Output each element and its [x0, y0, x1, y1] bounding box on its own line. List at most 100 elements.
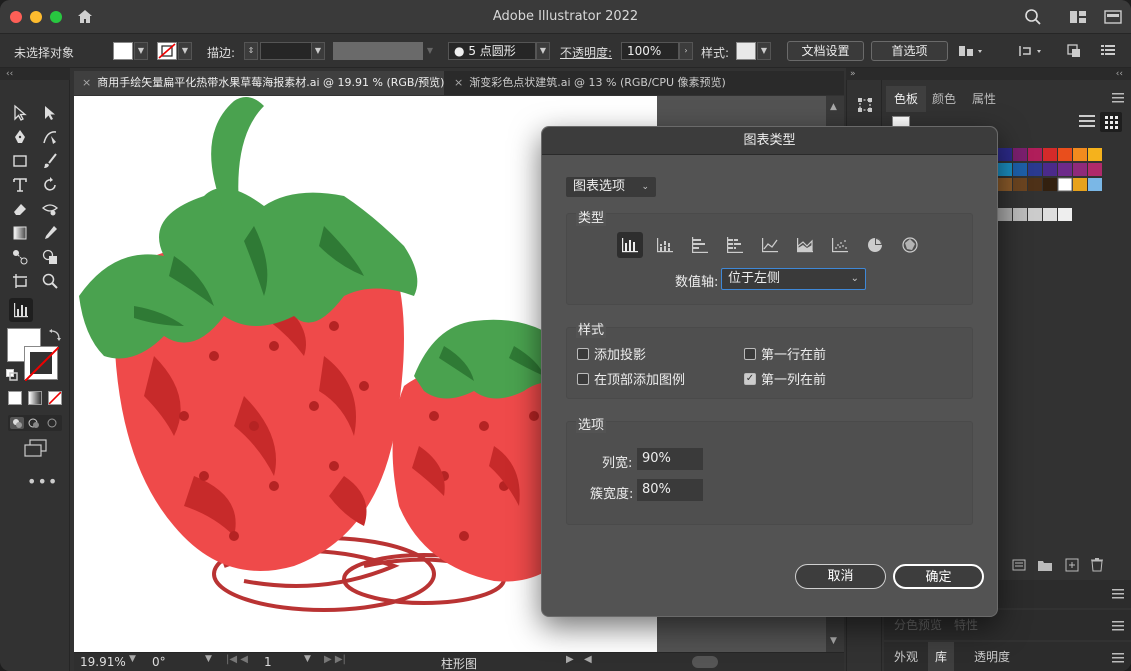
artboard-tool-icon[interactable]: [9, 270, 31, 292]
close-tab-icon[interactable]: ×: [82, 71, 91, 95]
graph-options-dropdown[interactable]: 图表选项 ⌄: [566, 177, 656, 197]
screen-mode-icon[interactable]: [24, 439, 48, 460]
transform-panel-icon[interactable]: [856, 96, 874, 117]
column-graph-tool-icon[interactable]: [9, 298, 33, 322]
tab-appearance[interactable]: 外观: [894, 648, 918, 665]
bar-chart-type-icon[interactable]: [687, 232, 713, 258]
pie-chart-type-icon[interactable]: [862, 232, 888, 258]
checkbox-box[interactable]: [744, 347, 756, 360]
tab-strawberry-document[interactable]: × 商用手绘矢量扁平化热带水果草莓海报素材.ai @ 19.91 % (RGB/预…: [74, 71, 444, 95]
fill-swatch[interactable]: [113, 42, 133, 60]
stroke-weight-dropdown[interactable]: ▼: [311, 42, 325, 60]
align-icon[interactable]: [957, 43, 985, 62]
tab-libraries[interactable]: 库: [928, 642, 955, 671]
add-drop-shadow-checkbox[interactable]: 添加投影: [577, 344, 646, 363]
document-setup-button[interactable]: 文档设置: [787, 41, 864, 61]
cancel-button[interactable]: 取消: [795, 564, 886, 589]
opacity-field[interactable]: 100%: [621, 42, 679, 60]
brush-definition[interactable]: ● 5 点圆形: [448, 42, 536, 60]
curvature-tool-icon[interactable]: [39, 126, 61, 148]
tab-transparency[interactable]: 透明度: [974, 648, 1010, 665]
hscroll-left-icon[interactable]: ◀: [584, 654, 592, 665]
variable-width-profile[interactable]: [333, 42, 423, 60]
stroke-color-box[interactable]: [24, 346, 60, 382]
new-group-folder-icon[interactable]: [1037, 558, 1053, 575]
tab-building-document[interactable]: × 渐变彩色点状建筑.ai @ 13 % (RGB/CPU 像素预览): [446, 71, 731, 95]
type-tool-icon[interactable]: [9, 174, 31, 196]
ok-button[interactable]: 确定: [893, 564, 984, 589]
zoom-tool-icon[interactable]: [39, 270, 61, 292]
arrange-documents-icon[interactable]: [1104, 10, 1122, 27]
gradient-mode-icon[interactable]: [28, 391, 42, 405]
radar-chart-type-icon[interactable]: [897, 232, 923, 258]
cluster-width-field[interactable]: 80%: [637, 479, 703, 501]
isolate-icon[interactable]: [1066, 43, 1082, 62]
opacity-label[interactable]: 不透明度:: [560, 44, 612, 61]
tab-separations-preview[interactable]: 分色预览: [894, 616, 942, 633]
brush-dropdown[interactable]: ▼: [536, 42, 550, 60]
direct-selection-tool-icon[interactable]: [39, 102, 61, 124]
status-menu-icon[interactable]: ▶: [566, 654, 574, 665]
stroke-weight-stepper[interactable]: ⇕: [244, 42, 258, 60]
value-axis-select[interactable]: 位于左侧 ⌄: [721, 268, 866, 290]
transform-icon[interactable]: [1018, 43, 1046, 62]
rotation-dropdown-icon[interactable]: ▼: [205, 654, 212, 664]
zoom-level[interactable]: 19.91%: [80, 655, 126, 669]
graphic-style-swatch[interactable]: [736, 42, 756, 60]
panel-menu-icon[interactable]: [1112, 652, 1124, 666]
stacked-column-chart-icon[interactable]: [652, 232, 678, 258]
column-chart-type-icon[interactable]: [617, 232, 643, 258]
default-fill-stroke-icon[interactable]: [6, 369, 18, 384]
rotation-value[interactable]: 0°: [152, 655, 166, 669]
shape-builder-tool-icon[interactable]: [39, 246, 61, 268]
more-tools-icon[interactable]: •••: [27, 472, 58, 491]
eraser-tool-icon[interactable]: [9, 198, 31, 220]
search-icon[interactable]: [1024, 8, 1042, 29]
gray-swatches[interactable]: [998, 208, 1073, 221]
profile-dropdown[interactable]: ▼: [423, 42, 437, 60]
color-mode-icon[interactable]: [8, 391, 22, 405]
swatch-grid[interactable]: [998, 148, 1102, 192]
scroll-down-icon[interactable]: ▼: [830, 636, 837, 646]
stroke-weight-field[interactable]: [260, 42, 312, 60]
artboard-dropdown-icon[interactable]: ▼: [304, 654, 311, 664]
delete-swatch-icon[interactable]: [1090, 557, 1104, 575]
control-bar-menu-icon[interactable]: [1101, 44, 1115, 59]
area-chart-type-icon[interactable]: [792, 232, 818, 258]
checkbox-box[interactable]: [577, 347, 589, 360]
first-row-in-front-checkbox[interactable]: 第一行在前: [744, 344, 826, 363]
checkbox-box[interactable]: [577, 372, 589, 385]
swatch-options-icon[interactable]: [1012, 558, 1026, 575]
horizontal-scrollbar-thumb[interactable]: [692, 656, 718, 668]
eyedropper-tool-icon[interactable]: [39, 222, 61, 244]
close-tab-icon[interactable]: ×: [454, 71, 463, 95]
legend-across-top-checkbox[interactable]: 在顶部添加图例: [577, 369, 685, 388]
list-view-icon[interactable]: [1079, 114, 1095, 131]
tab-properties[interactable]: 属性: [964, 86, 1004, 112]
swap-fill-stroke-icon[interactable]: [48, 328, 62, 345]
panel-menu-icon[interactable]: [1112, 92, 1124, 106]
none-mode-icon[interactable]: [48, 391, 62, 405]
stacked-bar-chart-icon[interactable]: [722, 232, 748, 258]
selection-tool-icon[interactable]: [9, 102, 31, 124]
rotate-tool-icon[interactable]: [39, 174, 61, 196]
blend-tool-icon[interactable]: [9, 246, 31, 268]
panel-menu-icon[interactable]: [1112, 620, 1124, 634]
rectangle-tool-icon[interactable]: [9, 150, 31, 172]
stroke-swatch[interactable]: [157, 42, 177, 60]
preferences-button[interactable]: 首选项: [871, 41, 948, 61]
first-artboard-icon[interactable]: |◀ ◀: [226, 654, 248, 665]
scatter-chart-type-icon[interactable]: [827, 232, 853, 258]
opacity-arrow[interactable]: ›: [679, 42, 693, 60]
grid-view-icon[interactable]: [1100, 112, 1122, 132]
puppet-warp-tool-icon[interactable]: [39, 198, 61, 220]
panel-collapse[interactable]: » ‹‹: [846, 68, 1131, 80]
tab-swatches[interactable]: 色板: [886, 86, 927, 112]
tab-color[interactable]: 颜色: [924, 86, 964, 112]
scroll-up-icon[interactable]: ▲: [830, 102, 837, 112]
workspace-switcher-icon[interactable]: [1069, 10, 1087, 27]
gradient-tool-icon[interactable]: [9, 222, 31, 244]
stroke-dropdown[interactable]: ▼: [178, 42, 192, 60]
paintbrush-tool-icon[interactable]: [39, 150, 61, 172]
zoom-dropdown-icon[interactable]: ▼: [129, 654, 136, 664]
